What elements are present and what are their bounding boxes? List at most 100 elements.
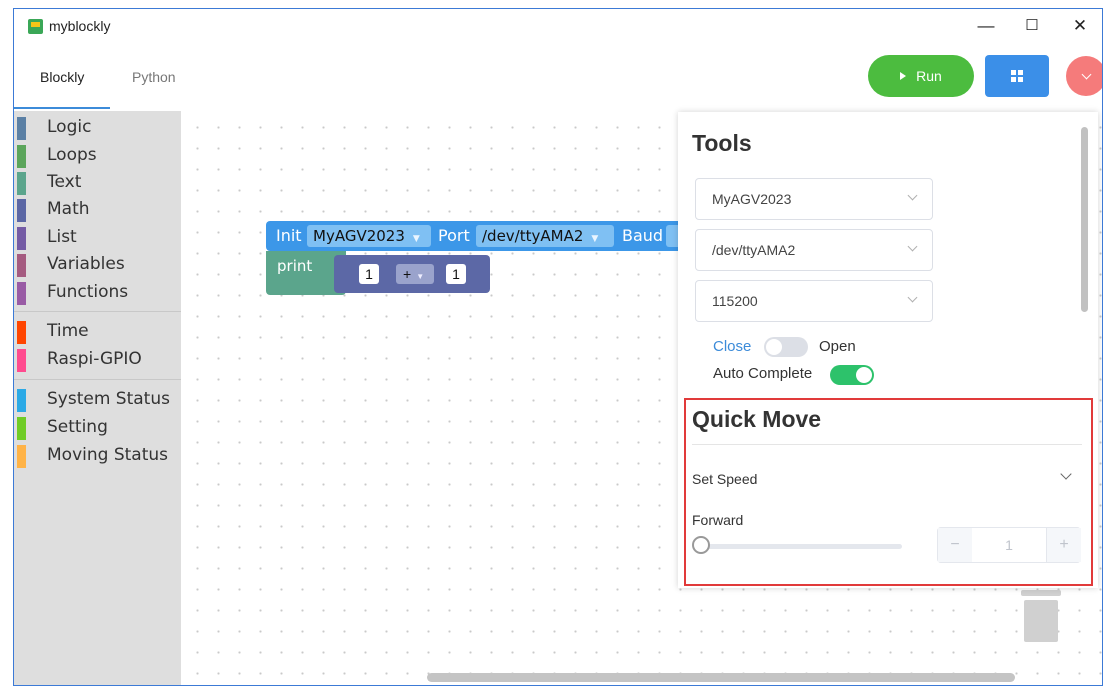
device-select[interactable]: MyAGV2023 <box>695 178 933 220</box>
increment-button[interactable]: + <box>1046 528 1081 562</box>
port-select[interactable]: /dev/ttyAMA2 <box>695 229 933 271</box>
run-button[interactable]: Run <box>868 55 974 97</box>
window-title: myblockly <box>49 18 111 34</box>
run-label: Run <box>916 68 942 84</box>
layout-button[interactable] <box>985 55 1049 97</box>
category-separator <box>14 311 181 312</box>
maximize-button[interactable]: ☐ <box>1017 15 1047 37</box>
stepper-value[interactable]: 1 <box>972 528 1046 562</box>
device-dropdown-value: MyAGV2023 <box>313 227 405 245</box>
close-label: Close <box>713 338 752 355</box>
device-dropdown[interactable]: MyAGV2023 ▼ <box>307 225 431 247</box>
category-color-bar <box>17 145 26 168</box>
tab-python[interactable]: Python <box>132 69 176 85</box>
port-label: Port <box>438 226 470 245</box>
category-color-bar <box>17 254 26 277</box>
forward-speed-slider[interactable] <box>702 544 902 549</box>
sidebar-item-loops[interactable]: Loops <box>14 143 181 170</box>
set-speed-label[interactable]: Set Speed <box>692 471 757 487</box>
sidebar-item-math[interactable]: Math <box>14 197 181 224</box>
sidebar-item-label: Text <box>47 172 82 192</box>
chevron-down-icon <box>907 190 918 201</box>
open-label: Open <box>819 338 856 355</box>
sidebar-item-label: Variables <box>47 254 125 274</box>
sidebar-item-label: List <box>47 227 77 247</box>
port-dropdown-value: /dev/ttyAMA2 <box>482 227 584 245</box>
math-arithmetic-block[interactable]: 1 + ▼ 1 <box>334 255 490 293</box>
sidebar-item-label: Time <box>47 321 89 341</box>
editor-tabs: Blockly Python Run <box>14 43 1102 109</box>
init-block[interactable]: Init MyAGV2023 ▼ Port /dev/ttyAMA2 ▼ Baud <box>266 221 686 251</box>
sidebar-item-label: Loops <box>47 145 97 165</box>
category-separator <box>14 379 181 380</box>
baud-select-value: 115200 <box>712 293 758 309</box>
category-color-bar <box>17 445 26 468</box>
dropdown-arrow-icon: ▼ <box>412 234 420 244</box>
port-select-value: /dev/ttyAMA2 <box>712 242 796 258</box>
dropdown-arrow-icon: ▼ <box>416 272 425 281</box>
minimize-button[interactable]: — <box>971 15 1001 37</box>
sidebar-item-logic[interactable]: Logic <box>14 115 181 142</box>
category-color-bar <box>17 349 26 372</box>
dropdown-arrow-icon: ▼ <box>591 234 599 244</box>
left-operand[interactable]: 1 <box>359 264 379 284</box>
app-window: myblockly — ☐ ✕ Blockly Python Run Logic… <box>13 8 1103 686</box>
forward-label: Forward <box>692 512 744 528</box>
tab-blockly[interactable]: Blockly <box>40 69 84 85</box>
port-dropdown[interactable]: /dev/ttyAMA2 ▼ <box>476 225 614 247</box>
chevron-down-icon <box>907 241 918 252</box>
right-operand[interactable]: 1 <box>446 264 466 284</box>
baud-select[interactable]: 115200 <box>695 280 933 322</box>
decrement-button[interactable]: − <box>938 528 973 562</box>
chevron-down-icon[interactable] <box>1060 468 1072 480</box>
grid-icon <box>1011 70 1023 82</box>
sidebar-item-time[interactable]: Time <box>14 319 181 346</box>
play-icon <box>900 72 907 80</box>
init-label: Init <box>276 226 302 245</box>
close-button[interactable]: ✕ <box>1065 15 1095 37</box>
divider <box>692 444 1082 445</box>
category-color-bar <box>17 282 26 305</box>
baud-label: Baud <box>622 226 664 245</box>
sidebar-item-variables[interactable]: Variables <box>14 252 181 279</box>
active-tab-indicator <box>14 107 110 109</box>
panel-scrollbar[interactable] <box>1081 127 1088 312</box>
tools-title: Tools <box>692 130 752 156</box>
menu-button[interactable] <box>1066 56 1102 96</box>
trash-can-icon[interactable] <box>1021 582 1061 644</box>
chevron-down-icon <box>1081 69 1091 80</box>
category-color-bar <box>17 199 26 222</box>
app-logo-icon <box>28 19 43 34</box>
sidebar-item-label: Math <box>47 199 90 219</box>
category-color-bar <box>17 417 26 440</box>
quick-move-section: Quick Move Set Speed Forward − 1 + <box>684 398 1093 586</box>
category-color-bar <box>17 227 26 250</box>
category-color-bar <box>17 389 26 412</box>
sidebar-item-label: System Status <box>47 389 170 409</box>
sidebar-item-label: Functions <box>47 282 129 302</box>
sidebar-item-moving-status[interactable]: Moving Status <box>14 443 181 470</box>
sidebar-item-text[interactable]: Text <box>14 170 181 197</box>
sidebar-item-system-status[interactable]: System Status <box>14 387 181 414</box>
sidebar-item-raspi-gpio[interactable]: Raspi-GPIO <box>14 347 181 374</box>
title-bar: myblockly — ☐ ✕ <box>14 9 1102 43</box>
sidebar-item-functions[interactable]: Functions <box>14 280 181 307</box>
sidebar-item-label: Logic <box>47 117 92 137</box>
operator-value: + <box>403 266 412 282</box>
sidebar-item-setting[interactable]: Setting <box>14 415 181 442</box>
sidebar-item-list[interactable]: List <box>14 225 181 252</box>
connection-toggle[interactable] <box>764 337 808 357</box>
category-color-bar <box>17 172 26 195</box>
sidebar-item-label: Raspi-GPIO <box>47 349 142 369</box>
auto-complete-label: Auto Complete <box>713 365 813 382</box>
auto-complete-toggle[interactable] <box>830 365 874 385</box>
device-select-value: MyAGV2023 <box>712 191 792 207</box>
operator-dropdown[interactable]: + ▼ <box>396 264 434 284</box>
horizontal-scrollbar[interactable] <box>427 673 1015 682</box>
sidebar-item-label: Setting <box>47 417 108 437</box>
quick-move-title: Quick Move <box>692 406 822 432</box>
chevron-down-icon <box>907 292 918 303</box>
speed-stepper: − 1 + <box>937 527 1081 563</box>
slider-handle[interactable] <box>692 536 710 554</box>
sidebar-item-label: Moving Status <box>47 445 168 465</box>
